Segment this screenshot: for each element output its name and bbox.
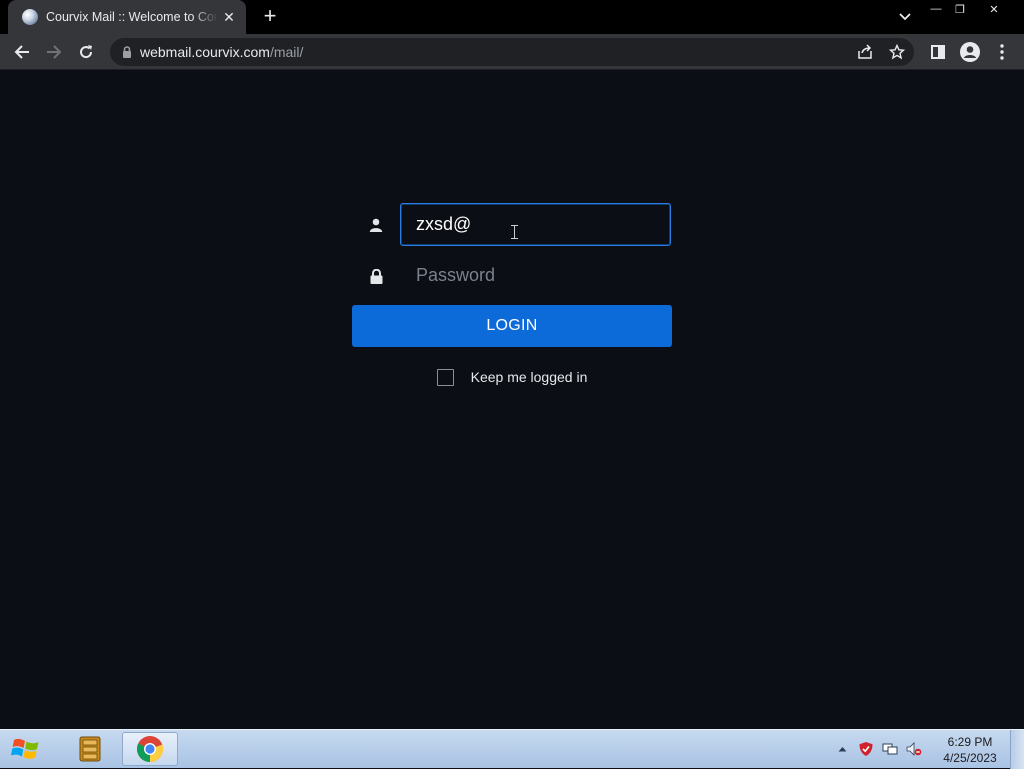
arrow-left-icon	[14, 45, 29, 59]
password-input[interactable]	[400, 254, 671, 297]
tray-expand-button[interactable]	[834, 741, 850, 757]
keep-logged-in-row: Keep me logged in	[352, 367, 672, 387]
browser-titlebar: Courvix Mail :: Welcome to Courvix Mail …	[0, 0, 1024, 34]
profile-avatar-icon	[960, 42, 980, 62]
user-icon	[368, 217, 384, 233]
back-button[interactable]	[10, 40, 34, 64]
speaker-muted-icon	[906, 742, 922, 756]
tray-network-button[interactable]	[882, 741, 898, 757]
address-bar[interactable]: webmail.courvix.com/mail/	[110, 38, 914, 66]
lock-icon	[123, 46, 131, 58]
text-cursor-icon	[511, 225, 520, 239]
profile-button[interactable]	[958, 40, 982, 64]
username-input[interactable]	[400, 203, 671, 246]
url-path: /mail/	[269, 44, 304, 60]
share-icon	[858, 44, 872, 59]
taskbar-file-manager[interactable]	[62, 732, 118, 766]
keep-logged-in-checkbox[interactable]	[436, 368, 454, 386]
start-button[interactable]	[8, 732, 44, 766]
login-form: LOGIN Keep me logged in	[352, 203, 672, 387]
lock-icon	[368, 268, 384, 284]
windows-taskbar: 6:29 PM 4/25/2023	[0, 729, 1024, 769]
star-icon	[889, 44, 905, 60]
network-icon	[882, 743, 898, 755]
tray-volume-button[interactable]	[906, 741, 922, 757]
tab-search-button[interactable]	[894, 6, 916, 28]
window-close-button[interactable]: ✕	[972, 0, 1016, 18]
keep-logged-in-label[interactable]: Keep me logged in	[471, 369, 588, 385]
new-tab-button[interactable]: +	[258, 5, 282, 29]
restore-button[interactable]: ❐	[948, 0, 972, 18]
courvix-favicon-icon	[22, 9, 38, 25]
taskbar-clock[interactable]: 6:29 PM 4/25/2023	[940, 734, 1000, 766]
tab-close-button[interactable]: ✕	[220, 8, 238, 26]
webmail-login-page: LOGIN Keep me logged in	[0, 71, 1024, 729]
password-row	[352, 254, 672, 298]
browser-menu-button[interactable]	[990, 40, 1014, 64]
browser-tab-active[interactable]: Courvix Mail :: Welcome to Courvix Mail …	[8, 0, 246, 34]
bookmark-button[interactable]	[888, 43, 906, 61]
windows-logo-icon	[11, 738, 39, 759]
show-desktop-button[interactable]	[1010, 730, 1024, 769]
system-tray: 6:29 PM 4/25/2023	[834, 730, 1024, 769]
chrome-icon	[136, 736, 164, 763]
login-button[interactable]: LOGIN	[352, 305, 672, 347]
reload-button[interactable]	[74, 40, 98, 64]
minimize-button[interactable]: —	[924, 0, 948, 18]
clock-time: 6:29 PM	[947, 735, 993, 749]
caret-up-icon	[838, 747, 846, 752]
arrow-right-icon	[47, 45, 62, 59]
side-panel-icon	[931, 45, 945, 59]
url-host: webmail.courvix.com	[140, 44, 270, 60]
more-vertical-icon	[1000, 44, 1004, 60]
tab-title: Courvix Mail :: Welcome to Courvix Mail	[46, 10, 218, 24]
reload-icon	[80, 45, 93, 59]
browser-toolbar: webmail.courvix.com/mail/	[0, 34, 1024, 70]
file-cabinet-icon	[79, 736, 101, 762]
share-button[interactable]	[856, 43, 874, 61]
shield-icon	[859, 742, 873, 756]
tray-security-button[interactable]	[858, 741, 874, 757]
chevron-down-icon	[899, 13, 911, 21]
clock-date: 4/25/2023	[943, 751, 997, 765]
forward-button[interactable]	[42, 40, 66, 64]
side-panel-button[interactable]	[926, 40, 950, 64]
window-controls: — ❐ ✕	[924, 0, 1016, 20]
taskbar-chrome[interactable]	[122, 732, 178, 766]
username-row	[352, 203, 672, 247]
